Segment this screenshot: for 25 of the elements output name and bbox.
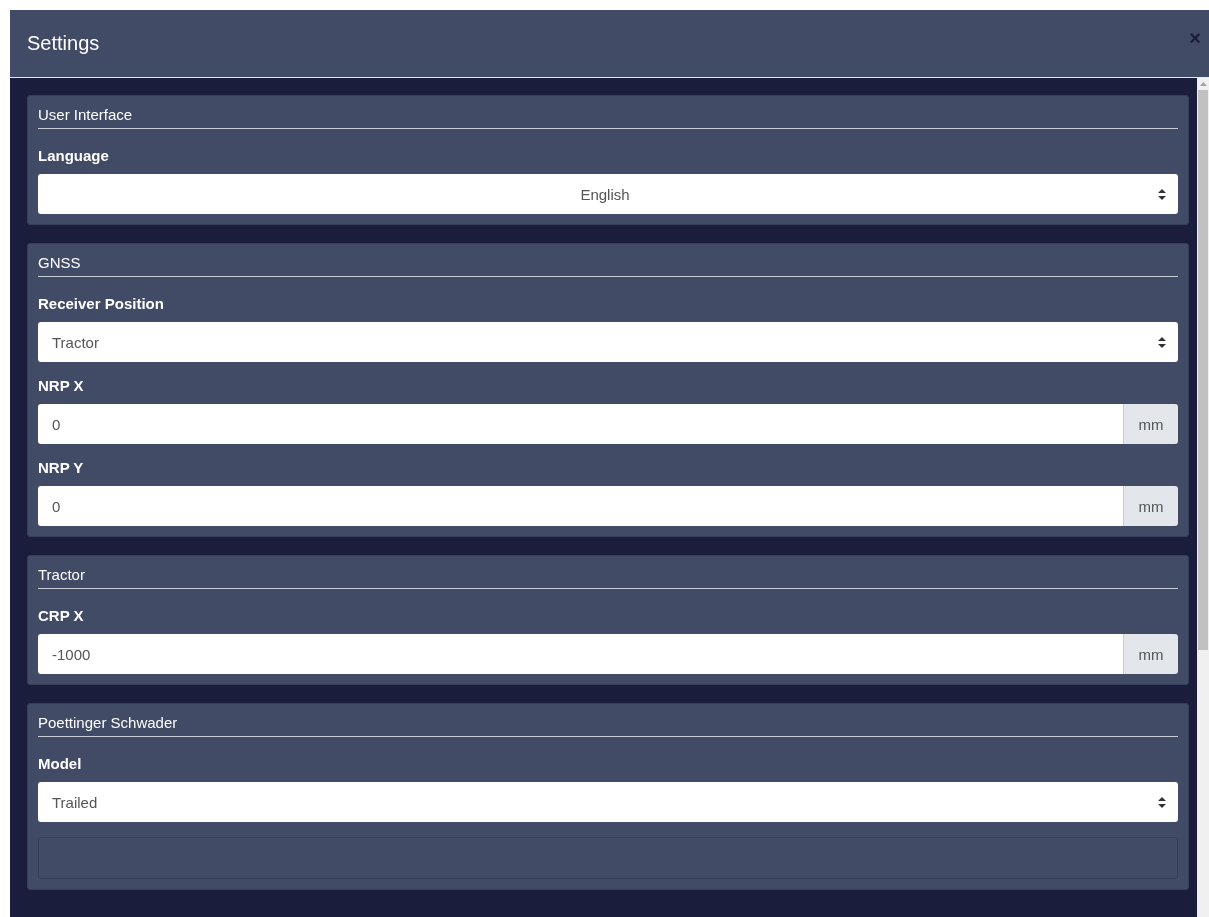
modal-title: Settings [27, 32, 100, 55]
field-label: Receiver Position [38, 295, 165, 312]
sort-caret-icon [1158, 188, 1166, 200]
field-label: NRP Y [38, 459, 85, 476]
number-input[interactable]: 0 [38, 486, 1123, 526]
dropdown-select[interactable]: Tractor [38, 322, 1178, 362]
unit-addon: mm [1123, 486, 1178, 526]
scroll-up-icon[interactable] [1199, 82, 1207, 86]
field-label: Model [38, 755, 83, 772]
panel-title: GNSS [38, 254, 1178, 277]
field-label: CRP X [38, 607, 85, 624]
scrollbar[interactable] [1197, 78, 1209, 917]
panel-title: Tractor [38, 566, 1178, 589]
panel-title: User Interface [38, 106, 1178, 129]
field-label: NRP X [38, 377, 85, 394]
field-label: Language [38, 147, 110, 164]
number-input[interactable]: -1000 [38, 634, 1123, 674]
sort-caret-icon [1158, 336, 1166, 348]
unit-addon: mm [1123, 634, 1178, 674]
dropdown-select[interactable]: English [38, 174, 1178, 214]
sort-caret-icon [1158, 796, 1166, 808]
dropdown-select[interactable]: Trailed [38, 782, 1178, 822]
unit-addon: mm [1123, 404, 1178, 444]
number-input[interactable]: 0 [38, 404, 1123, 444]
panel-title: Poettinger Schwader [38, 714, 1178, 737]
